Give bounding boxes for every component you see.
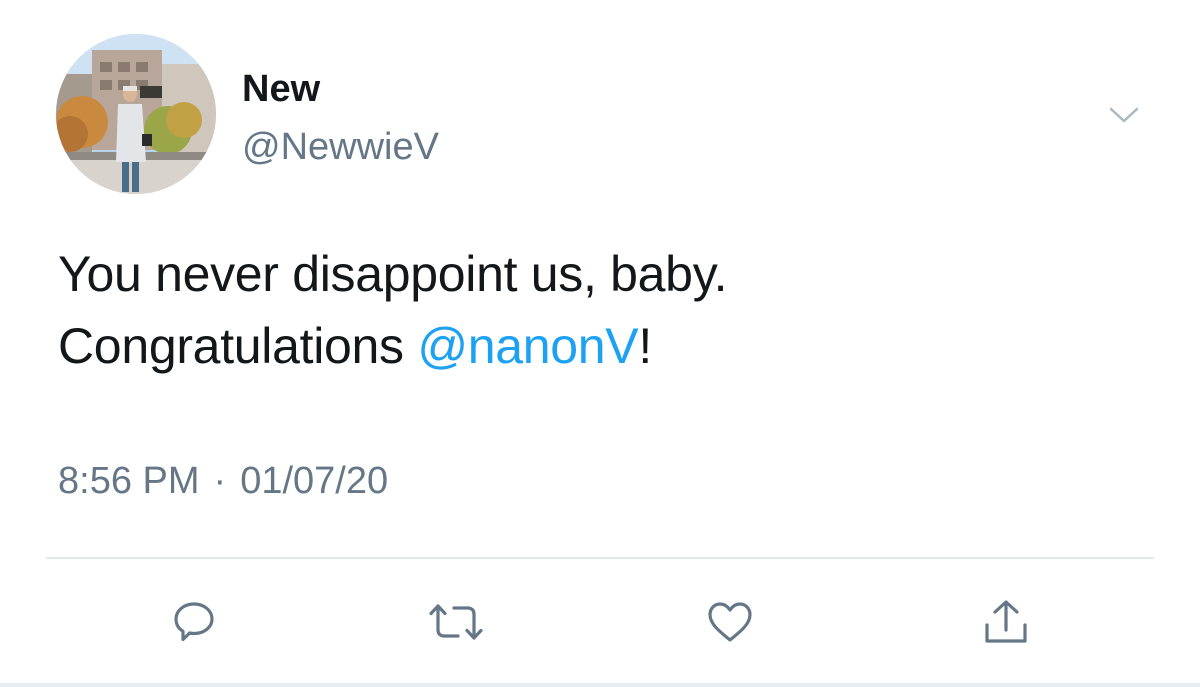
retweet-icon	[429, 604, 483, 640]
tweet-text: You never disappoint us, baby. Congratul…	[58, 238, 1158, 382]
mention-link[interactable]: @nanonV	[417, 318, 638, 374]
reply-button[interactable]	[166, 596, 222, 648]
retweet-button[interactable]	[428, 596, 484, 648]
divider	[46, 557, 1154, 559]
meta-separator: ·	[213, 460, 227, 502]
like-button[interactable]	[702, 596, 758, 648]
tweet-time: 8:56 PM	[58, 460, 200, 502]
display-name[interactable]: New	[242, 66, 320, 112]
tweet-date: 01/07/20	[240, 460, 389, 502]
tweet-line-2-suffix: !	[638, 318, 652, 374]
reply-icon	[174, 602, 214, 642]
bottom-border	[0, 683, 1200, 687]
timestamp: 8:56 PM · 01/07/20	[58, 456, 388, 506]
tweet-line-1: You never disappoint us, baby.	[58, 246, 728, 302]
share-icon	[985, 600, 1027, 643]
share-button[interactable]	[978, 596, 1034, 648]
tweet-line-2-prefix: Congratulations	[58, 318, 418, 374]
avatar[interactable]	[56, 34, 216, 194]
tweet-line-2: Congratulations @nanonV!	[58, 310, 1158, 382]
handle[interactable]: @NewwieV	[242, 124, 439, 170]
chevron-down-icon[interactable]	[1106, 100, 1142, 130]
avatar-photo	[56, 34, 216, 194]
heart-icon	[708, 602, 752, 642]
